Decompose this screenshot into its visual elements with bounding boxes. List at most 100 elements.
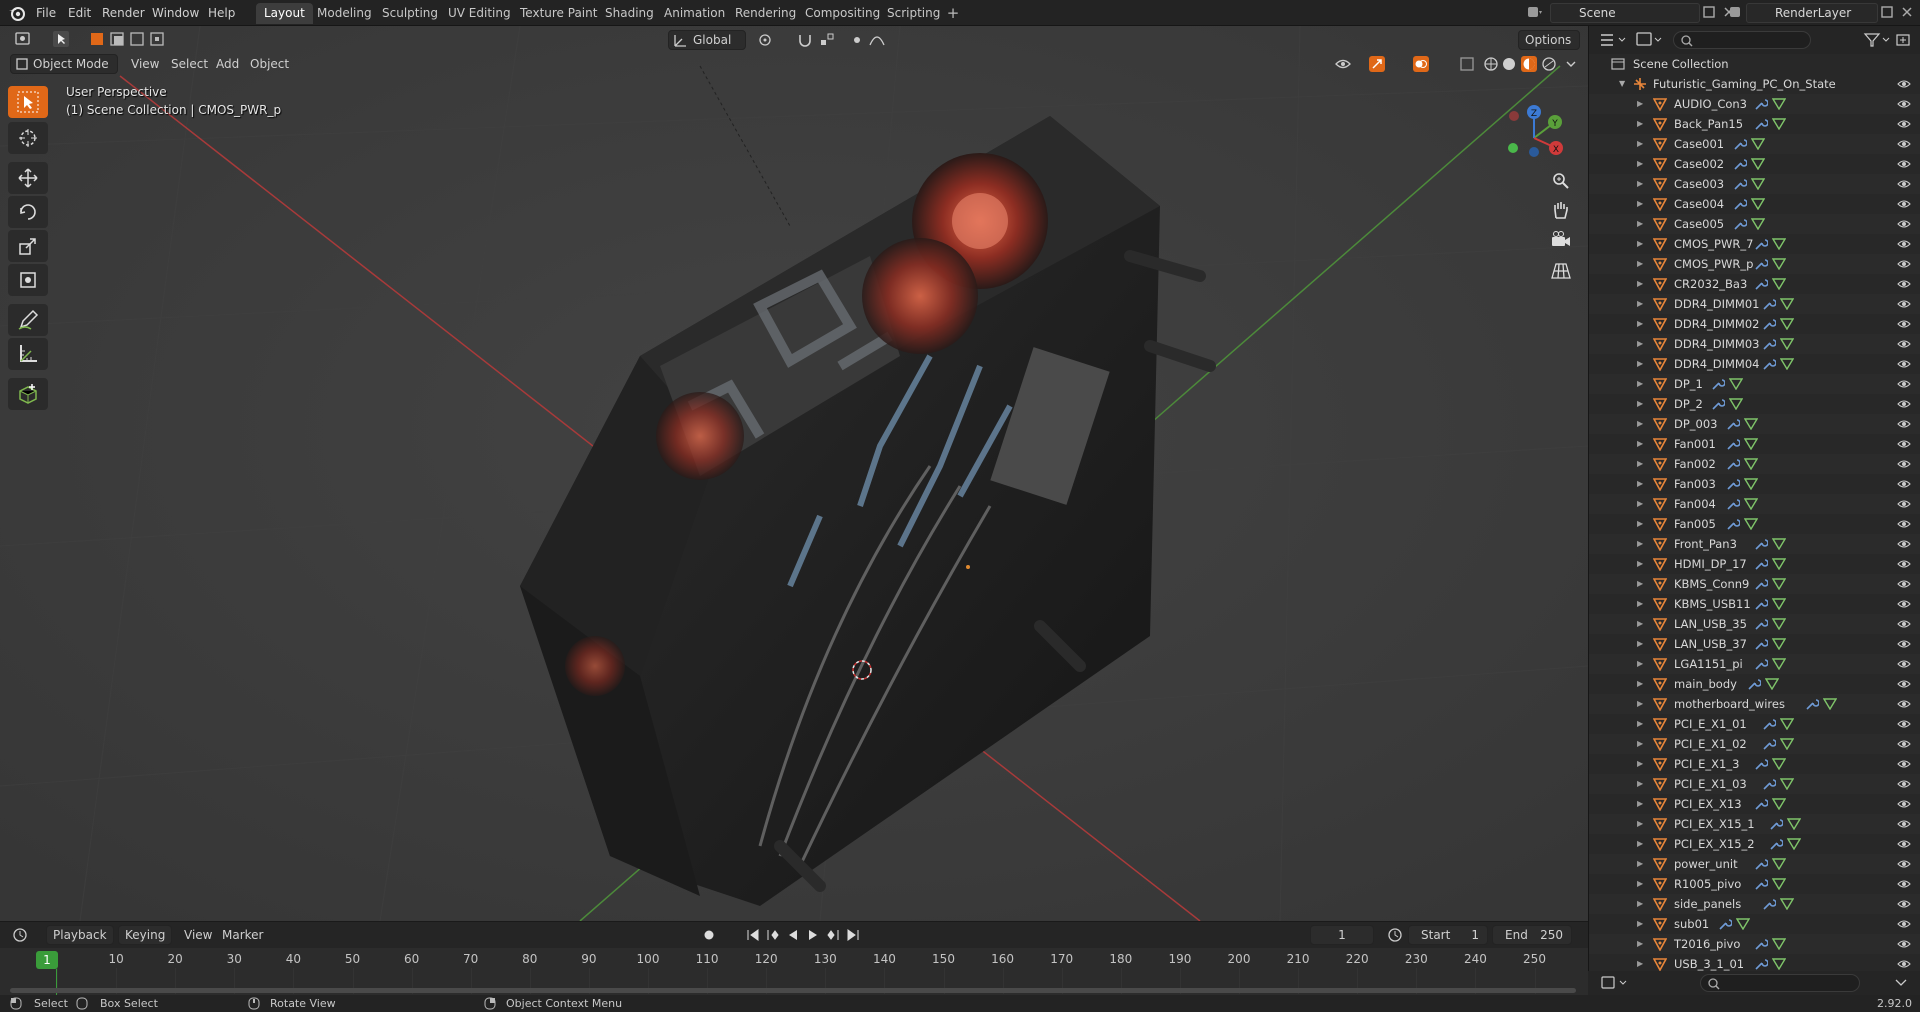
tab-compositing[interactable]: Compositing <box>797 3 888 24</box>
outliner-object-row[interactable]: ▶ DP_1 <box>1589 374 1920 394</box>
mesh-data-icon[interactable] <box>1772 538 1786 550</box>
mesh-data-icon[interactable] <box>1780 738 1794 750</box>
visibility-eye-icon[interactable] <box>1897 658 1911 670</box>
outliner-object-row[interactable]: ▶ DDR4_DIMM03 <box>1589 334 1920 354</box>
visibility-eye-icon[interactable] <box>1897 758 1911 770</box>
current-frame-marker[interactable]: 1 <box>36 951 58 969</box>
outliner-object-row[interactable]: ▶ power_unit <box>1589 854 1920 874</box>
mesh-data-icon[interactable] <box>1744 438 1758 450</box>
modifier-wrench-icon[interactable] <box>1754 558 1768 570</box>
expand-arrow-icon[interactable]: ▶ <box>1637 774 1643 794</box>
expand-arrow-icon[interactable]: ▶ <box>1637 814 1643 834</box>
mesh-data-icon[interactable] <box>1751 138 1765 150</box>
viewport-menu-add[interactable]: Add <box>216 54 239 74</box>
cursor-tool[interactable] <box>8 122 48 154</box>
visibility-eye-icon[interactable] <box>1897 478 1911 490</box>
visibility-eye-icon[interactable] <box>1897 438 1911 450</box>
expand-arrow-icon[interactable]: ▶ <box>1637 514 1643 534</box>
wireframe-shading-icon[interactable] <box>1482 55 1500 73</box>
mesh-data-icon[interactable] <box>1772 958 1786 970</box>
tab-shading[interactable]: Shading <box>597 3 662 24</box>
expand-arrow-icon[interactable]: ▶ <box>1637 214 1643 234</box>
mesh-data-icon[interactable] <box>1823 698 1837 710</box>
expand-arrow-icon[interactable]: ▶ <box>1637 294 1643 314</box>
visibility-eye-icon[interactable] <box>1897 298 1911 310</box>
outliner-object-row[interactable]: ▶ Fan005 <box>1589 514 1920 534</box>
outliner-object-row[interactable]: ▶ Case001 <box>1589 134 1920 154</box>
outliner-object-row[interactable]: ▶ sub01 <box>1589 914 1920 934</box>
mesh-data-icon[interactable] <box>1729 398 1743 410</box>
modifier-wrench-icon[interactable] <box>1754 658 1768 670</box>
playback-dropdown[interactable]: Playback <box>46 925 114 945</box>
modifier-wrench-icon[interactable] <box>1733 198 1747 210</box>
modifier-wrench-icon[interactable] <box>1754 618 1768 630</box>
visibility-eye-icon[interactable] <box>1897 798 1911 810</box>
mesh-data-icon[interactable] <box>1772 858 1786 870</box>
selection-mode-intersect-icon[interactable] <box>148 30 166 48</box>
modifier-wrench-icon[interactable] <box>1726 518 1740 530</box>
jump-start-icon[interactable] <box>744 926 762 944</box>
viewport-menu-select[interactable]: Select <box>171 54 208 74</box>
outliner-object-row[interactable]: ▶ PCI_E_X1_03 <box>1589 774 1920 794</box>
expand-arrow-icon[interactable]: ▶ <box>1637 474 1643 494</box>
mesh-data-icon[interactable] <box>1772 618 1786 630</box>
mesh-data-icon[interactable] <box>1780 358 1794 370</box>
mesh-data-icon[interactable] <box>1780 898 1794 910</box>
modifier-wrench-icon[interactable] <box>1762 898 1776 910</box>
modifier-wrench-icon[interactable] <box>1754 878 1768 890</box>
menu-help[interactable]: Help <box>202 0 241 26</box>
expand-arrow-icon[interactable]: ▶ <box>1637 614 1643 634</box>
options-dropdown[interactable]: Options <box>1518 30 1580 50</box>
mesh-data-icon[interactable] <box>1787 838 1801 850</box>
view-layer-field[interactable]: RenderLayer <box>1746 3 1878 23</box>
outliner-object-row[interactable]: ▶ LGA1151_pi <box>1589 654 1920 674</box>
outliner-object-row[interactable]: ▶ Fan001 <box>1589 434 1920 454</box>
measure-tool[interactable] <box>8 338 48 370</box>
modifier-wrench-icon[interactable] <box>1754 98 1768 110</box>
mesh-data-icon[interactable] <box>1744 518 1758 530</box>
add-cube-tool[interactable] <box>8 378 48 410</box>
menu-file[interactable]: File <box>30 0 62 26</box>
camera-view-button[interactable] <box>1548 228 1574 254</box>
rotate-tool[interactable] <box>8 196 48 228</box>
material-preview-icon[interactable] <box>1520 55 1538 73</box>
mesh-data-icon[interactable] <box>1772 98 1786 110</box>
expand-arrow-icon[interactable]: ▶ <box>1637 434 1643 454</box>
zoom-view-button[interactable] <box>1548 168 1574 194</box>
expand-arrow-icon[interactable]: ▶ <box>1637 954 1643 971</box>
outliner-object-row[interactable]: ▶ KBMS_USB11 <box>1589 594 1920 614</box>
visibility-eye-icon[interactable] <box>1897 358 1911 370</box>
mesh-data-icon[interactable] <box>1772 238 1786 250</box>
editor-type-icon[interactable] <box>14 30 32 48</box>
modifier-wrench-icon[interactable] <box>1762 718 1776 730</box>
jump-end-icon[interactable] <box>844 926 862 944</box>
modifier-wrench-icon[interactable] <box>1754 938 1768 950</box>
collection-visibility-eye-icon[interactable] <box>1897 78 1911 90</box>
modifier-wrench-icon[interactable] <box>1754 598 1768 610</box>
modifier-wrench-icon[interactable] <box>1733 218 1747 230</box>
visibility-eye-icon[interactable] <box>1897 118 1911 130</box>
timeline-scrollbar[interactable] <box>10 988 1576 993</box>
mesh-data-icon[interactable] <box>1772 938 1786 950</box>
mesh-data-icon[interactable] <box>1751 198 1765 210</box>
footer-chevron-down-icon[interactable] <box>1894 977 1908 989</box>
tab-animation[interactable]: Animation <box>656 3 733 24</box>
mesh-data-icon[interactable] <box>1772 638 1786 650</box>
select-tool-icon[interactable] <box>52 30 70 48</box>
modifier-wrench-icon[interactable] <box>1754 118 1768 130</box>
visibility-eye-icon[interactable] <box>1897 378 1911 390</box>
expand-arrow-icon[interactable]: ▶ <box>1637 834 1643 854</box>
modifier-wrench-icon[interactable] <box>1726 478 1740 490</box>
modifier-wrench-icon[interactable] <box>1754 858 1768 870</box>
expand-arrow-icon[interactable]: ▶ <box>1637 674 1643 694</box>
delete-view-layer-icon[interactable] <box>1898 3 1916 21</box>
snap-icon[interactable] <box>796 31 814 49</box>
filter-icon[interactable] <box>1863 31 1891 49</box>
tab-scripting[interactable]: Scripting <box>879 3 948 24</box>
viewport-menu-object[interactable]: Object <box>250 54 289 74</box>
outliner-object-row[interactable]: ▶ HDMI_DP_17 <box>1589 554 1920 574</box>
expand-arrow-icon[interactable]: ▶ <box>1637 334 1643 354</box>
modifier-wrench-icon[interactable] <box>1754 538 1768 550</box>
outliner-object-row[interactable]: ▶ Fan003 <box>1589 474 1920 494</box>
modifier-wrench-icon[interactable] <box>1762 778 1776 790</box>
